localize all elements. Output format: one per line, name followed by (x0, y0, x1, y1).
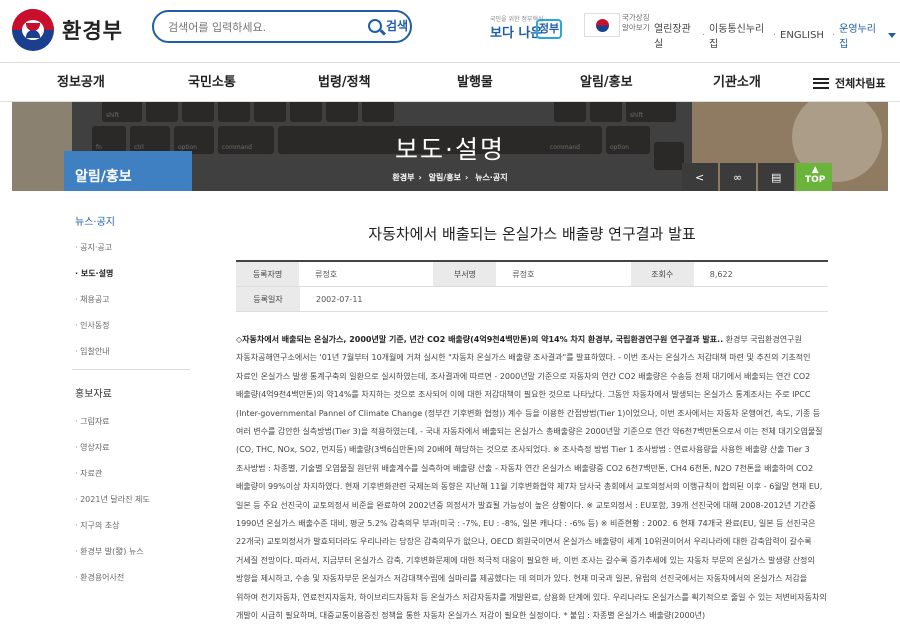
utility-links: 열린장관실 · 이동통신누리집 · ENGLISH · 운영누리집 (654, 20, 900, 50)
lnb-item-press[interactable]: · 보도·설명 (75, 268, 192, 279)
meta-views-label: 조회수 (630, 262, 694, 286)
top-header: 환경부 검색 국민을 위한 정부혁신 보다 나은 정부 국가상징 알아보기 열린… (0, 0, 900, 62)
lnb-item-archive[interactable]: · 자료관 (75, 468, 192, 479)
meta-dept-label: 부서명 (433, 262, 497, 286)
breadcrumb-news-pr[interactable]: 알림/홍보 (429, 173, 461, 182)
gnb-item-publications[interactable]: 발행물 (457, 63, 493, 103)
article-text: 환경부 국립환경연구원 자동차공해연구소에서는 '01년 7월부터 10개월에 … (236, 335, 827, 621)
better-government-banner[interactable]: 국민을 위한 정부혁신 보다 나은 정부 (488, 14, 568, 41)
gnb-item-about[interactable]: 기관소개 (713, 63, 761, 103)
link-icon: ∞ (733, 171, 743, 184)
global-navigation: 정보공개 국민소통 법령/정책 발행물 알림/홍보 기관소개 전체차림표 (0, 62, 900, 102)
lnb-item-videos[interactable]: · 영상자료 (75, 442, 192, 453)
lnb-item-images[interactable]: · 그림자료 (75, 416, 192, 427)
copy-link-button[interactable]: ∞ (720, 163, 756, 191)
gnb-item-info-disclosure[interactable]: 정보공개 (57, 63, 105, 103)
national-flag-icon[interactable] (584, 13, 620, 37)
lnb-item-bid[interactable]: · 입찰안내 (75, 346, 192, 357)
print-button[interactable]: ▤ (758, 163, 794, 191)
lnb-item-notice[interactable]: · 공지·공고 (75, 242, 192, 253)
search-button-label: 검색 (386, 19, 409, 33)
all-menu-button[interactable]: 전체차림표 (813, 63, 886, 103)
meta-views: 8,622 (709, 269, 733, 279)
ministry-logo[interactable]: 환경부 (12, 9, 123, 51)
breadcrumb-news-notice[interactable]: 뉴스·공지 (475, 173, 507, 182)
gnb-item-news-pr[interactable]: 알림/홍보 (580, 63, 633, 103)
page-tools: < ∞ ▤ ▲ TOP (680, 163, 832, 191)
divider (72, 369, 190, 370)
share-icon: < (695, 171, 705, 184)
search-icon (368, 18, 382, 33)
top-label: TOP (805, 175, 826, 185)
lnb-item-glossary[interactable]: · 환경용어사전 (75, 572, 192, 583)
gnb-item-communication[interactable]: 국민소통 (188, 63, 236, 103)
all-menu-label: 전체차림표 (835, 77, 886, 90)
gnb-item-law-policy[interactable]: 법령/정책 (318, 63, 371, 103)
better-gov-title: 보다 나은 (490, 26, 543, 41)
meta-date-label: 등록일자 (236, 287, 300, 311)
util-link-english[interactable]: ENGLISH (780, 30, 824, 41)
lnb-item-ministry-news[interactable]: · 환경부 발(發) 뉴스 (75, 546, 192, 557)
top-button[interactable]: ▲ TOP (796, 163, 832, 191)
article-content: 자동차에서 배출되는 온실가스 배출량 연구결과 발표 등록자명 류정호 부서명… (236, 193, 828, 620)
search-box: 검색 (152, 10, 412, 43)
logo-text: 환경부 (62, 19, 123, 43)
lnb-item-personnel[interactable]: · 인사동정 (75, 320, 192, 331)
meta-date: 2002-07-11 (316, 294, 363, 304)
arrow-up-icon: ▲ (811, 165, 819, 175)
search-button[interactable]: 검색 (368, 17, 408, 34)
section-title: 알림/홍보 (64, 151, 192, 191)
article-title: 자동차에서 배출되는 온실가스 배출량 연구결과 발표 (368, 225, 696, 243)
lnb-group-news[interactable]: 뉴스·공지 (75, 213, 192, 228)
national-symbol-link[interactable]: 국가상징 알아보기 (622, 13, 654, 33)
article-lead: ◇자동차에서 배출되는 온실가스, 2000년말 기준, 년간 CO2 배출량(… (236, 335, 724, 344)
lnb-group-pr-materials[interactable]: 홍보자료 (75, 385, 192, 400)
search-input[interactable] (168, 18, 348, 36)
util-link-operated-sites[interactable]: 운영누리집 (839, 20, 879, 50)
taegeuk-logo-icon (12, 9, 54, 51)
lnb-item-recruit[interactable]: · 채용공고 (75, 294, 192, 305)
meta-author-label: 등록자명 (236, 262, 300, 286)
lnb-item-earth-portrait[interactable]: · 지구의 초상 (75, 520, 192, 531)
meta-author: 류정호 (315, 269, 338, 279)
chevron-down-icon[interactable] (887, 32, 896, 38)
meta-dept: 류정호 (512, 269, 535, 279)
lnb-item-2021-changes[interactable]: · 2021년 달라진 제도 (75, 494, 192, 505)
share-button[interactable]: < (682, 163, 718, 191)
article-meta-table: 등록자명 류정호 부서명 류정호 조회수 8,622 등록일자 2002-07-… (236, 260, 828, 312)
better-gov-tag: 정부 (536, 19, 562, 39)
util-link-minister[interactable]: 열린장관실 (654, 20, 694, 50)
util-link-mobile[interactable]: 이동통신누리집 (709, 20, 765, 50)
article-body: ◇자동차에서 배출되는 온실가스, 2000년말 기준, 년간 CO2 배출량(… (236, 331, 828, 626)
local-navigation: 뉴스·공지 · 공지·공고 · 보도·설명 · 채용공고 · 인사동정 · 입찰… (64, 200, 192, 583)
print-icon: ▤ (771, 171, 782, 184)
breadcrumb-home[interactable]: 환경부 (392, 173, 414, 182)
hamburger-icon (813, 77, 829, 89)
